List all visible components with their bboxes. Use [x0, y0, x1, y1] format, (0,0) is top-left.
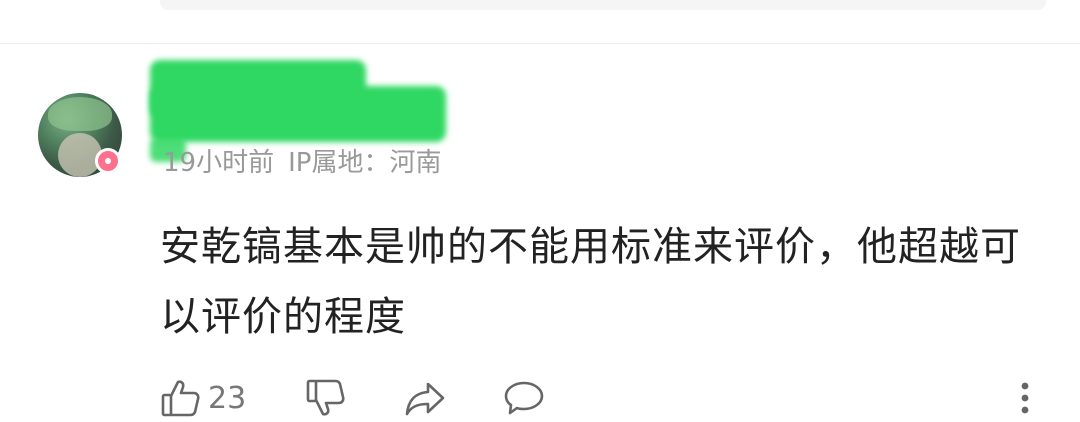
- thumbs-up-icon: [161, 380, 200, 417]
- more-vertical-icon: [1021, 382, 1029, 414]
- divider: [0, 43, 1080, 44]
- share-button[interactable]: [403, 376, 447, 420]
- avatar-foliage: [48, 97, 112, 131]
- reply-button[interactable]: [502, 376, 546, 420]
- comment-time: 19小时前: [163, 148, 275, 178]
- username-redaction: [150, 86, 446, 142]
- comment-meta: 19小时前 IP属地：河南: [163, 146, 441, 180]
- comment-actions: 23: [160, 376, 1050, 420]
- more-options-button[interactable]: [1010, 376, 1040, 420]
- dislike-button[interactable]: [305, 376, 347, 420]
- previous-comment-card: [160, 0, 1046, 10]
- share-icon: [405, 382, 445, 416]
- thumbs-down-icon: [306, 379, 345, 416]
- like-button[interactable]: 23: [160, 376, 246, 420]
- comment-icon: [504, 381, 544, 415]
- comment-text: 安乾镐基本是帅的不能用标准来评价，他超越可以评价的程度: [160, 224, 1021, 340]
- ip-location: IP属地：河南: [288, 148, 442, 178]
- user-badge-icon: [95, 148, 121, 174]
- like-count: 23: [208, 380, 247, 416]
